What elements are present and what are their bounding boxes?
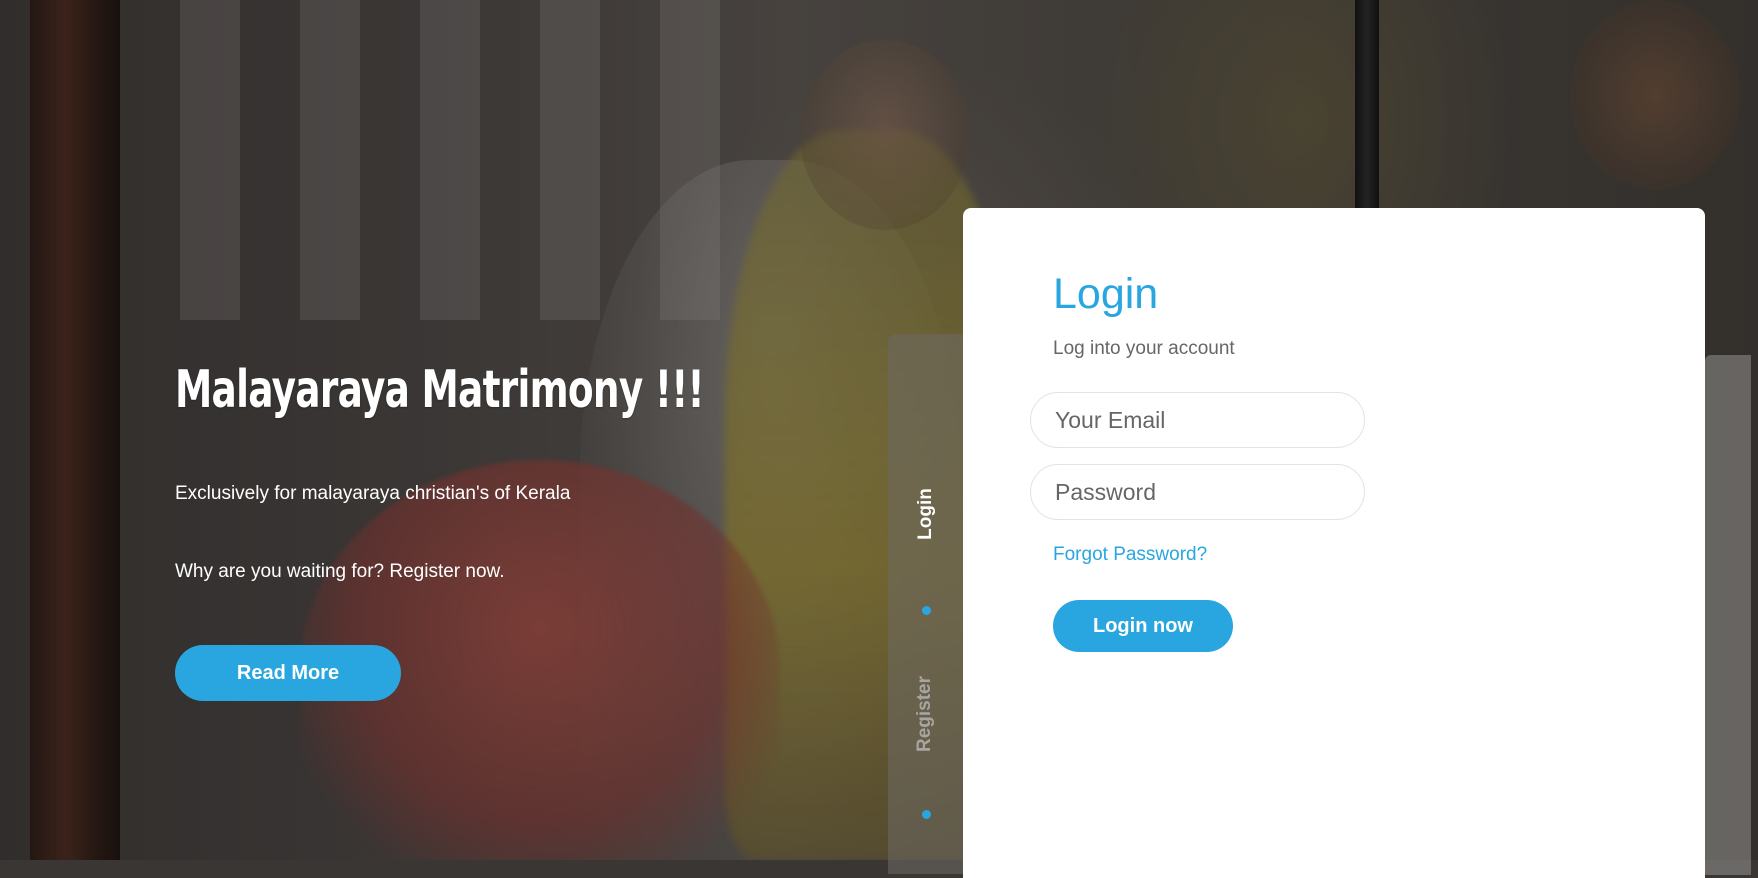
- hero-subtitle: Exclusively for malayaraya christian's o…: [175, 483, 571, 504]
- password-field[interactable]: [1030, 464, 1365, 520]
- hero-cta-text: Why are you waiting for? Register now.: [175, 561, 505, 582]
- forgot-password-link[interactable]: Forgot Password?: [1053, 544, 1207, 566]
- login-title: Login: [1053, 270, 1159, 318]
- hero-title: Malayaraya Matrimony !!!: [175, 360, 705, 420]
- login-card: Login Log into your account Forgot Passw…: [963, 208, 1705, 878]
- tab-login[interactable]: Login: [888, 474, 963, 554]
- auth-tab-rail: Login Register: [888, 334, 963, 874]
- tab-register-indicator-dot: [922, 810, 931, 819]
- email-field[interactable]: [1030, 392, 1365, 448]
- tab-login-label: Login: [914, 488, 936, 540]
- login-subtitle: Log into your account: [1053, 338, 1235, 359]
- hero-title-wrap: Malayaraya Matrimony !!!: [175, 360, 910, 420]
- login-now-button[interactable]: Login now: [1053, 600, 1233, 652]
- read-more-button[interactable]: Read More: [175, 645, 401, 701]
- tab-register-label: Register: [914, 675, 936, 753]
- next-panel-edge: [1705, 355, 1751, 875]
- tab-login-indicator-dot: [922, 606, 931, 615]
- tab-register[interactable]: Register: [888, 664, 963, 764]
